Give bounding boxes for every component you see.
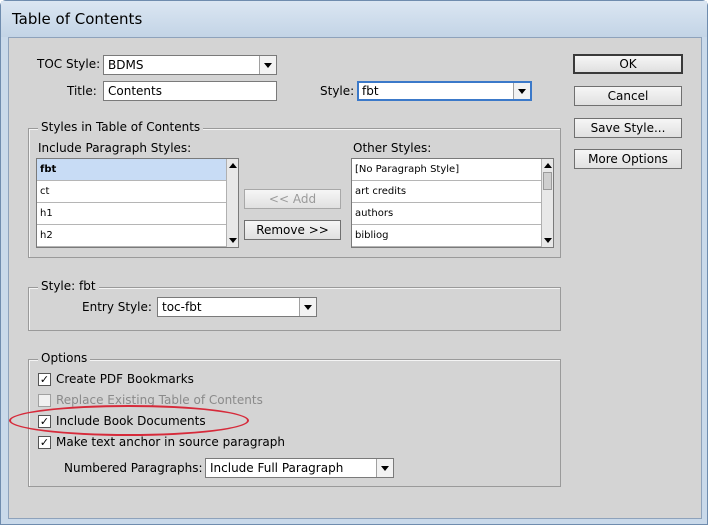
- create-bookmarks-checkbox[interactable]: ✓: [38, 373, 51, 386]
- title-bar[interactable]: Table of Contents: [1, 1, 707, 37]
- options-legend: Options: [38, 351, 91, 365]
- list-item[interactable]: [No Paragraph Style]: [352, 159, 542, 181]
- window-title: Table of Contents: [12, 10, 143, 28]
- create-bookmarks-label: Create PDF Bookmarks: [56, 372, 194, 386]
- entry-style-dropdown[interactable]: toc-fbt: [157, 297, 317, 317]
- toc-style-value: BDMS: [108, 58, 144, 72]
- style-value: fbt: [362, 84, 379, 98]
- title-input[interactable]: Contents: [103, 81, 277, 101]
- cancel-button[interactable]: Cancel: [574, 86, 682, 106]
- list-item[interactable]: art credits: [352, 181, 542, 203]
- include-list-scrollbar[interactable]: [226, 159, 238, 247]
- toc-style-dropdown[interactable]: BDMS: [103, 55, 277, 75]
- scroll-down-icon[interactable]: [542, 235, 553, 246]
- scroll-up-icon[interactable]: [542, 160, 553, 171]
- list-item[interactable]: ct: [37, 181, 227, 203]
- scroll-down-icon[interactable]: [227, 235, 238, 246]
- include-styles-label: Include Paragraph Styles:: [38, 141, 192, 155]
- scroll-thumb[interactable]: [543, 172, 552, 190]
- entry-style-value: toc-fbt: [162, 300, 202, 314]
- other-styles-list[interactable]: [No Paragraph Style] art credits authors…: [351, 158, 554, 248]
- style-dropdown[interactable]: fbt: [357, 81, 532, 101]
- numbered-paragraphs-label: Numbered Paragraphs:: [64, 461, 203, 475]
- entry-style-label: Entry Style:: [82, 300, 152, 314]
- title-value: Contents: [108, 84, 162, 98]
- more-options-button[interactable]: More Options: [574, 149, 682, 169]
- numbered-paragraphs-dropdown[interactable]: Include Full Paragraph: [205, 458, 394, 478]
- scroll-up-icon[interactable]: [227, 160, 238, 171]
- chevron-down-icon[interactable]: [299, 298, 316, 316]
- list-item[interactable]: authors: [352, 203, 542, 225]
- other-styles-label: Other Styles:: [353, 141, 432, 155]
- add-button[interactable]: << Add: [244, 189, 341, 209]
- text-anchor-label: Make text anchor in source paragraph: [56, 435, 285, 449]
- list-item[interactable]: fbt: [37, 159, 227, 181]
- style-entry-legend: Style: fbt: [38, 279, 99, 293]
- toc-style-label: TOC Style:: [37, 57, 101, 71]
- highlight-annotation-ellipse: [9, 405, 249, 436]
- chevron-down-icon[interactable]: [376, 459, 393, 477]
- style-label: Style:: [320, 84, 355, 98]
- list-item[interactable]: h1: [37, 203, 227, 225]
- remove-button[interactable]: Remove >>: [244, 220, 341, 240]
- numbered-paragraphs-value: Include Full Paragraph: [210, 461, 344, 475]
- save-style-button[interactable]: Save Style...: [574, 118, 682, 138]
- include-styles-list[interactable]: fbt ct h1 h2: [36, 158, 239, 248]
- chevron-down-icon[interactable]: [259, 56, 276, 74]
- ok-button[interactable]: OK: [573, 54, 683, 74]
- list-item[interactable]: bibliog: [352, 225, 542, 247]
- toc-dialog-window: Table of Contents TOC Style: BDMS Title:…: [0, 0, 708, 525]
- other-list-scrollbar[interactable]: [541, 159, 553, 247]
- styles-in-toc-legend: Styles in Table of Contents: [38, 120, 204, 134]
- replace-existing-checkbox[interactable]: [38, 394, 51, 407]
- dialog-body: TOC Style: BDMS Title: Contents Style: f…: [8, 37, 702, 519]
- chevron-down-icon[interactable]: [513, 83, 530, 99]
- list-item[interactable]: h2: [37, 225, 227, 247]
- text-anchor-checkbox[interactable]: ✓: [38, 436, 51, 449]
- title-label: Title:: [67, 84, 97, 98]
